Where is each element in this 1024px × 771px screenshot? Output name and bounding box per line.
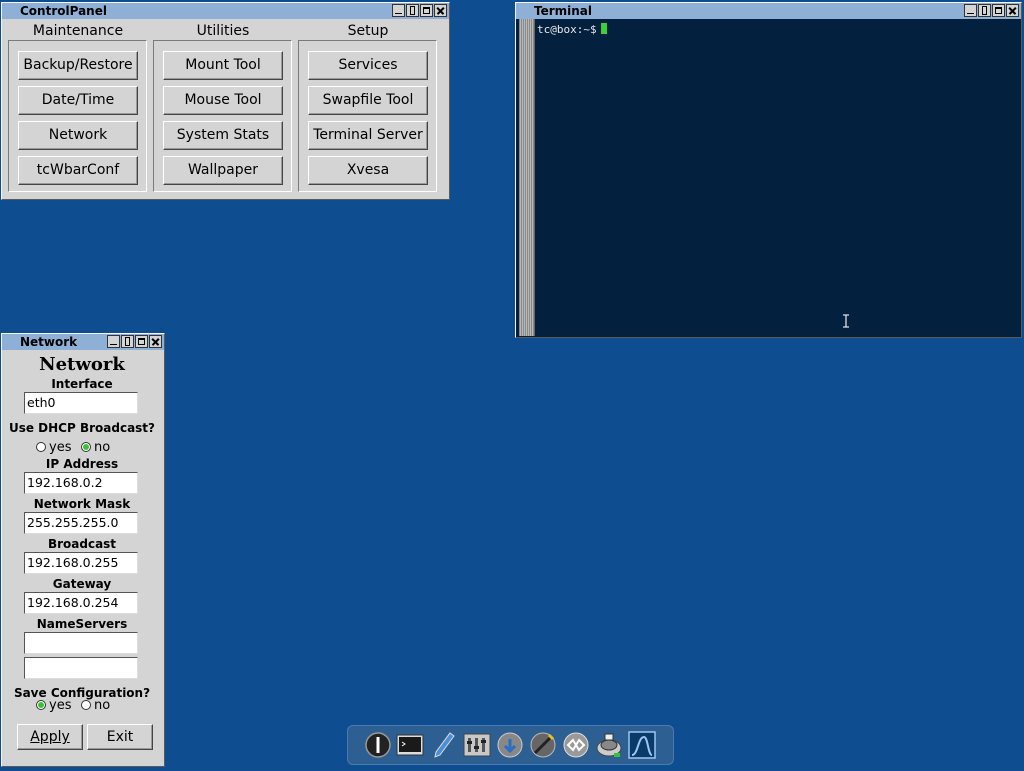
utilities-column: Utilities — [153, 20, 293, 40]
control-panel-window: ControlPanel Maintenance Backup/Restore … — [1, 2, 450, 200]
control-panel-icon[interactable] — [463, 731, 491, 759]
system-stats-icon[interactable] — [628, 731, 656, 759]
setup-group: Services Swapfile Tool Terminal Server X… — [298, 40, 437, 192]
editor-icon[interactable] — [430, 731, 458, 759]
broadcast-field[interactable]: 192.168.0.255 — [24, 552, 138, 574]
maximize-icon[interactable] — [135, 335, 148, 348]
terminal-area[interactable] — [516, 19, 1021, 337]
restore-icon[interactable] — [121, 335, 134, 348]
terminal-prompt: tc@box:~$ — [537, 23, 607, 36]
nameserver-1-field[interactable] — [24, 632, 138, 654]
ip-address-field[interactable]: 192.168.0.2 — [24, 472, 138, 494]
dhcp-yes-label: yes — [49, 440, 72, 455]
save-no-option[interactable]: no — [81, 698, 110, 713]
services-button[interactable]: Services — [308, 51, 428, 80]
nameservers-label: NameServers — [36, 617, 128, 631]
network-window: Network Network Interface eth0 Use DHCP … — [1, 333, 165, 767]
maximize-icon[interactable] — [992, 4, 1005, 17]
tcwbarconf-button[interactable]: tcWbarConf — [18, 156, 138, 185]
window-title: Network — [20, 335, 78, 349]
network-heading: Network — [39, 354, 125, 375]
save-yes-option[interactable]: yes — [36, 698, 71, 713]
close-icon[interactable] — [1006, 4, 1019, 17]
save-no-label: no — [94, 698, 111, 713]
gateway-label: Gateway — [52, 577, 112, 591]
window-title: ControlPanel — [20, 4, 107, 18]
save-yes-radio[interactable] — [36, 700, 46, 710]
date-time-button[interactable]: Date/Time — [18, 86, 138, 115]
mount-tool-button[interactable]: Mount Tool — [163, 51, 283, 80]
ip-address-label: IP Address — [45, 457, 119, 471]
apps-browser-icon[interactable] — [496, 731, 524, 759]
ibeam-cursor-icon — [843, 314, 849, 328]
column-title: Setup — [347, 23, 389, 39]
setup-column: Setup — [298, 20, 438, 40]
minimize-icon[interactable] — [107, 335, 120, 348]
terminal-server-button[interactable]: Terminal Server — [308, 121, 428, 150]
dhcp-no-label: no — [94, 440, 111, 455]
exit-button[interactable]: Exit — [87, 724, 153, 750]
dhcp-label: Use DHCP Broadcast? — [8, 421, 156, 435]
exit-icon[interactable] — [364, 731, 392, 759]
terminal-window: Terminal tc@box:~$ — [515, 2, 1022, 338]
prompt-text: tc@box:~$ — [537, 23, 597, 36]
broadcast-label: Broadcast — [47, 537, 117, 551]
xvesa-button[interactable]: Xvesa — [308, 156, 428, 185]
restore-icon[interactable] — [978, 4, 991, 17]
nameserver-2-field[interactable] — [24, 657, 138, 679]
mouse-tool-button[interactable]: Mouse Tool — [163, 86, 283, 115]
save-no-radio[interactable] — [81, 700, 91, 710]
system-stats-button[interactable]: System Stats — [163, 121, 283, 150]
dhcp-yes-option[interactable]: yes — [36, 440, 71, 455]
dhcp-no-radio[interactable] — [81, 442, 91, 452]
mount-tool-icon[interactable] — [529, 731, 557, 759]
services-icon[interactable] — [562, 731, 590, 759]
terminal-scrollbar[interactable] — [519, 19, 535, 336]
network-mask-field[interactable]: 255.255.255.0 — [24, 512, 138, 534]
column-title: Maintenance — [32, 23, 124, 39]
save-yes-label: yes — [49, 698, 72, 713]
close-icon[interactable] — [434, 4, 447, 17]
dhcp-no-option[interactable]: no — [81, 440, 110, 455]
restore-icon[interactable] — [406, 4, 419, 17]
network-mask-label: Network Mask — [33, 497, 131, 511]
network-titlebar[interactable]: Network — [2, 334, 164, 350]
maximize-icon[interactable] — [420, 4, 433, 17]
interface-field[interactable]: eth0 — [24, 392, 138, 414]
backup-restore-button[interactable]: Backup/Restore — [18, 51, 138, 80]
network-button[interactable]: Network — [18, 121, 138, 150]
interface-label: Interface — [51, 377, 113, 391]
maintenance-column: Maintenance — [8, 20, 148, 40]
wallpaper-button[interactable]: Wallpaper — [163, 156, 283, 185]
text-cursor — [600, 23, 607, 34]
column-title: Utilities — [196, 23, 250, 39]
minimize-icon[interactable] — [964, 4, 977, 17]
backup-icon[interactable] — [595, 731, 623, 759]
maintenance-group: Backup/Restore Date/Time Network tcWbarC… — [8, 40, 147, 192]
terminal-titlebar[interactable]: Terminal — [516, 3, 1021, 19]
taskbar — [347, 725, 674, 765]
control-panel-titlebar[interactable]: ControlPanel — [2, 3, 449, 19]
apply-button[interactable]: Apply — [17, 724, 83, 750]
dhcp-yes-radio[interactable] — [36, 442, 46, 452]
gateway-field[interactable]: 192.168.0.254 — [24, 592, 138, 614]
minimize-icon[interactable] — [392, 4, 405, 17]
swapfile-tool-button[interactable]: Swapfile Tool — [308, 86, 428, 115]
close-icon[interactable] — [149, 335, 162, 348]
utilities-group: Mount Tool Mouse Tool System Stats Wallp… — [153, 40, 292, 192]
window-title: Terminal — [534, 4, 593, 18]
terminal-icon[interactable] — [396, 731, 424, 759]
